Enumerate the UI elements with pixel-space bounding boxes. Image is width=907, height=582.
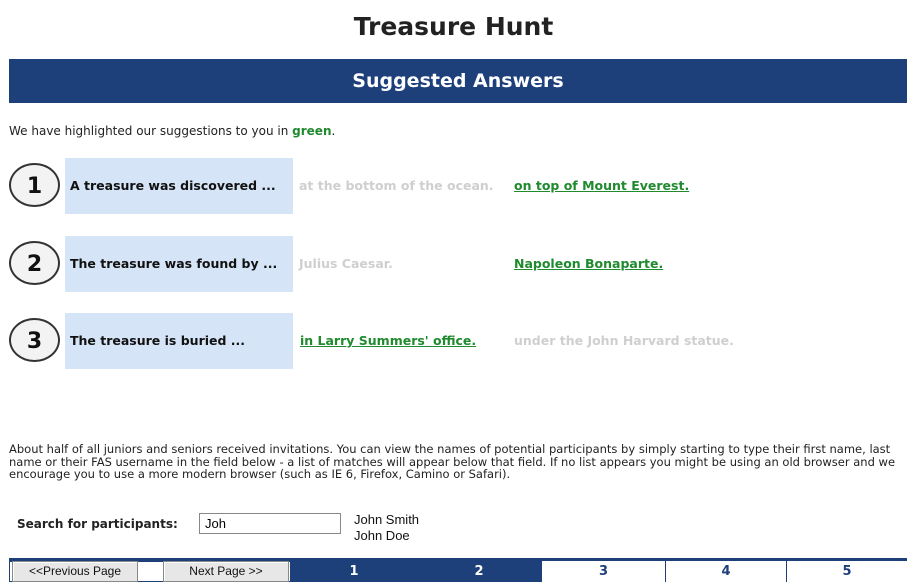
- answer-option-2b[interactable]: Napoleon Bonaparte.: [514, 236, 663, 292]
- page-link-2[interactable]: 2: [417, 561, 541, 582]
- page-title: Treasure Hunt: [353, 12, 554, 41]
- answer-option-1a[interactable]: at the bottom of the ocean.: [299, 158, 494, 214]
- question-prompt-2: The treasure was found by ...: [70, 256, 278, 271]
- participant-search-input[interactable]: [199, 513, 341, 534]
- question-number-3: 3: [9, 318, 60, 362]
- section-banner: Suggested Answers: [9, 59, 907, 103]
- question-prompt-3: The treasure is buried ...: [70, 333, 246, 348]
- next-page-button[interactable]: Next Page >>: [163, 561, 289, 582]
- intro-text: We have highlighted our suggestions to y…: [9, 124, 335, 138]
- page-link-3[interactable]: 3: [541, 561, 665, 582]
- page-link-1[interactable]: 1: [291, 561, 417, 582]
- search-suggestions: John Smith John Doe: [354, 512, 419, 544]
- about-paragraph: About half of all juniors and seniors re…: [9, 442, 896, 481]
- pagination-bar: <<Previous Page Next Page >> 1 2 3 4 5: [9, 558, 907, 582]
- answer-option-3a[interactable]: in Larry Summers' office.: [300, 313, 476, 369]
- page-link-5[interactable]: 5: [786, 561, 907, 582]
- page-link-4[interactable]: 4: [665, 561, 786, 582]
- intro-highlight: green: [292, 124, 332, 138]
- question-number-1: 1: [9, 163, 60, 207]
- suggestion-item[interactable]: John Smith: [354, 512, 419, 528]
- intro-prefix: We have highlighted our suggestions to y…: [9, 124, 293, 138]
- question-prompt-1: A treasure was discovered ...: [70, 178, 276, 193]
- search-label: Search for participants:: [17, 517, 178, 531]
- answer-option-1b[interactable]: on top of Mount Everest.: [514, 158, 689, 214]
- answer-option-3b[interactable]: under the John Harvard statue.: [514, 313, 734, 369]
- suggestion-item[interactable]: John Doe: [354, 528, 419, 544]
- previous-page-button[interactable]: <<Previous Page: [12, 561, 138, 582]
- intro-suffix: .: [331, 124, 336, 138]
- answer-option-2a[interactable]: Julius Caesar.: [299, 236, 393, 292]
- question-number-2: 2: [9, 241, 60, 285]
